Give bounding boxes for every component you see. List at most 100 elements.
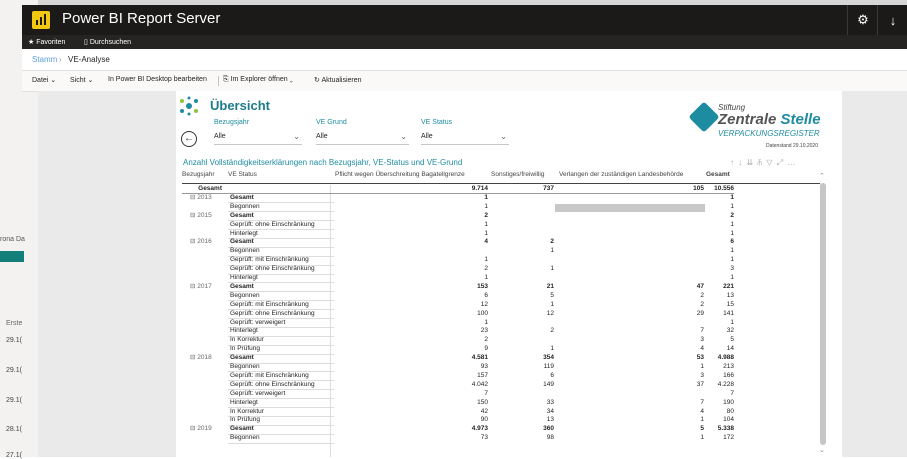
table-cell: In Prüfung [230,416,260,424]
table-cell: Gesamt [230,193,254,201]
table-cell: 1 [484,193,488,201]
table-cell: 4.042 [471,380,488,388]
table-row: Geprüft: mit Einschränkung 157 6 3 166 [182,372,820,380]
column-header[interactable]: Sonstiges/freiwillig [491,171,544,178]
back-button[interactable]: ← [181,131,197,147]
nav-bar: ★ Favoriten ▯ Durchsuchen [22,35,907,49]
table-cell: 5.338 [717,425,734,433]
table-cell: 4.973 [471,425,488,433]
vertical-scrollbar[interactable] [820,183,826,445]
table-cell: 98 [546,434,554,442]
expand-collapse-toggle[interactable]: ⊟ 2015 [190,212,226,220]
slicer-ve-status[interactable]: Alle ⌄ [421,132,509,145]
table-cell: 29 [696,309,704,317]
table-cell: Gesamt [230,238,254,246]
scroll-down-icon[interactable]: ⌄ [819,446,825,454]
visual-header-icons[interactable]: ↑ ↓ ⇊ ⫚ ▽ ⤢ … [730,158,796,168]
background-date: 29.1( [6,397,22,404]
table-cell: 190 [723,398,734,406]
table-cell: 4 [700,345,704,353]
expand-collapse-toggle[interactable]: ⊟ 2013 [190,194,226,202]
column-header[interactable]: Gesamt [706,171,730,178]
table-row: Geprüft: mit Einschränkung 1 1 [182,256,820,264]
table-cell: 4.988 [717,354,734,362]
slicer-ve-grund[interactable]: Alle ⌄ [316,132,409,145]
column-header[interactable]: Bezugsjahr [182,171,215,178]
table-cell: 33 [546,398,554,406]
power-bi-logo-icon[interactable] [32,11,50,29]
table-cell: 12 [480,300,488,308]
table-cell: 737 [543,185,554,192]
breadcrumb-home[interactable]: Stamm [32,55,57,64]
table-cell: 1 [550,247,554,255]
table-cell: 5 [700,425,704,433]
app-title: Power BI Report Server [62,10,221,27]
table-row: Hinterlegt 23 2 7 32 [182,327,820,335]
table-cell: 2 [484,265,488,273]
table-row: ⊟ 2019 Gesamt 4.973 360 5 5.338 [182,425,820,433]
column-header[interactable]: Pflicht wegen Überschreitung Bagatellgre… [335,171,465,178]
open-in-explorer-menu[interactable]: ⎘ Im Explorer öffnen ⌄ [223,76,293,84]
view-menu[interactable]: Sicht ⌄ [70,76,93,84]
table-row: In Korrektur 42 34 4 80 [182,408,820,416]
table-cell: 93 [480,363,488,370]
gear-icon: ⚙ [857,12,869,27]
table-cell: 21 [546,282,554,290]
overview-icon [180,96,198,116]
table-cell: Geprüft: mit Einschränkung [230,256,309,264]
browse-link[interactable]: ▯ Durchsuchen [84,38,131,46]
table-cell: 37 [696,380,704,388]
table-row: Geprüft: ohne Einschränkung 2 1 3 [182,265,820,273]
slicer-label-ve-status: VE Status [421,119,453,126]
table-cell: 105 [693,185,704,192]
expand-collapse-toggle[interactable]: ⊟ 2018 [190,354,226,362]
table-cell: 9 [484,345,488,353]
table-cell: In Prüfung [230,345,260,353]
table-cell: 3 [700,336,704,344]
breadcrumb: Stamm › VE-Analyse [22,49,907,70]
slicer-bezugsjahr[interactable]: Alle ⌄ [214,132,302,145]
table-cell: 5 [550,291,554,299]
table-cell: 10.556 [714,185,734,192]
table-cell: Geprüft: mit Einschränkung [230,300,309,308]
expand-collapse-toggle[interactable]: ⊟ 2019 [190,425,226,433]
scroll-up-icon[interactable]: ⌃ [819,172,825,180]
table-row: Hinterlegt 150 33 7 190 [182,399,820,407]
table-cell: 4 [484,238,488,246]
breadcrumb-separator: › [59,55,62,64]
table-cell: 23 [480,327,488,335]
table-cell: 2 [700,300,704,308]
column-header[interactable]: VE Status [228,171,257,178]
table-cell: 1 [484,318,488,326]
table-row: ⊟ 2015 Gesamt 2 2 [182,212,820,220]
table-cell: 1 [700,416,704,424]
expand-collapse-toggle[interactable]: ⊟ 2016 [190,238,226,246]
table-cell: 2 [484,336,488,344]
refresh-button[interactable]: ↻ Aktualisieren [314,76,362,84]
table-cell: 221 [723,282,734,290]
chevron-down-icon: ⌄ [500,132,507,141]
expand-collapse-toggle[interactable]: ⊟ 2017 [190,283,226,291]
file-menu[interactable]: Datei ⌄ [32,76,56,84]
table-cell: Gesamt [198,185,222,192]
table-cell: 1 [730,202,734,210]
table-cell: 213 [723,363,734,370]
table-cell: 7 [730,389,734,397]
settings-button[interactable]: ⚙ [847,5,878,35]
download-button[interactable]: ↓ [877,5,907,35]
column-header[interactable]: Verlangen der zuständigen Landesbehörde [559,171,683,178]
table-cell: In Korrektur [230,407,264,415]
favorites-link[interactable]: ★ Favoriten [28,38,65,46]
background-tag: rona Da [0,236,25,243]
table-cell: 90 [480,416,488,424]
table-cell: Geprüft: verweigert [230,318,286,326]
table-cell: 1 [730,247,734,255]
table-cell: Gesamt [230,282,254,290]
table-cell: 6 [550,371,554,379]
table-row: ⊟ 2018 Gesamt 4.581 354 53 4.988 [182,354,820,362]
matrix-table: Gesamt 9.714 737 105 10.556 ⊟ 2013 Gesamt 1 1 Beg… [182,185,820,457]
table-cell: 1 [484,274,488,281]
edit-in-desktop-button[interactable]: In Power BI Desktop bearbeiten [108,76,207,83]
table-cell: 1 [550,345,554,353]
table-header: Bezugsjahr VE Status Pflicht wegen Übers… [182,170,820,180]
